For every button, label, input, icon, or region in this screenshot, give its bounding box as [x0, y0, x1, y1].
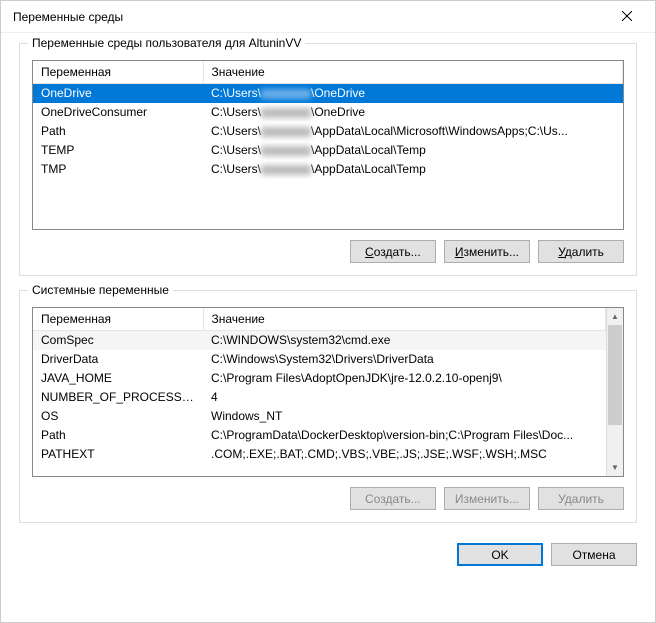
scroll-down-icon[interactable]: ▼ [607, 459, 623, 476]
sys-delete-button[interactable]: Удалить [538, 487, 624, 510]
sys-col-name[interactable]: Переменная [33, 308, 203, 331]
user-new-button[interactable]: Создать... [350, 240, 436, 263]
sys-new-button[interactable]: Создать... [350, 487, 436, 510]
cancel-button[interactable]: Отмена [551, 543, 637, 566]
table-row[interactable]: OneDriveC:\Users\xxxxxx\OneDrive [33, 84, 623, 103]
window-title: Переменные среды [13, 10, 123, 24]
table-row[interactable]: PATHEXT.COM;.EXE;.BAT;.CMD;.VBS;.VBE;.JS… [33, 445, 606, 464]
env-vars-dialog: Переменные среды Переменные среды пользо… [0, 0, 656, 623]
var-value-cell: 4 [203, 388, 606, 407]
user-vars-buttons: Создать... Изменить... Удалить [32, 240, 624, 263]
redacted-text: xxxxxx [261, 146, 311, 156]
user-vars-label: Переменные среды пользователя для Altuni… [28, 36, 305, 50]
system-vars-group: Системные переменные Переменная Значение… [19, 290, 637, 523]
scroll-up-icon[interactable]: ▲ [607, 308, 623, 325]
table-row[interactable]: ComSpecC:\WINDOWS\system32\cmd.exe [33, 331, 606, 350]
var-value-cell: C:\ProgramData\DockerDesktop\version-bin… [203, 426, 606, 445]
var-value-cell: C:\Windows\System32\Drivers\DriverData [203, 350, 606, 369]
system-vars-buttons: Создать... Изменить... Удалить [32, 487, 624, 510]
system-vars-table[interactable]: Переменная Значение ComSpecC:\WINDOWS\sy… [33, 308, 606, 464]
var-value-cell: C:\WINDOWS\system32\cmd.exe [203, 331, 606, 350]
var-value-cell: C:\Program Files\AdoptOpenJDK\jre-12.0.2… [203, 369, 606, 388]
system-vars-label: Системные переменные [28, 283, 173, 297]
var-name-cell: PATHEXT [33, 445, 203, 464]
redacted-text: xxxxxx [261, 127, 311, 137]
table-row[interactable]: PathC:\Users\xxxxxx\AppData\Local\Micros… [33, 122, 623, 141]
var-value-cell: .COM;.EXE;.BAT;.CMD;.VBS;.VBE;.JS;.JSE;.… [203, 445, 606, 464]
table-row[interactable]: JAVA_HOMEC:\Program Files\AdoptOpenJDK\j… [33, 369, 606, 388]
scroll-thumb[interactable] [608, 325, 622, 425]
user-edit-button[interactable]: Изменить... [444, 240, 530, 263]
redacted-text: xxxxxx [261, 108, 311, 118]
var-name-cell: TEMP [33, 141, 203, 160]
var-name-cell: OS [33, 407, 203, 426]
user-vars-table-wrap: Переменная Значение OneDriveC:\Users\xxx… [32, 60, 624, 230]
var-name-cell: OneDriveConsumer [33, 103, 203, 122]
user-col-value[interactable]: Значение [203, 61, 623, 84]
var-value-cell: Windows_NT [203, 407, 606, 426]
redacted-text: xxxxxx [261, 165, 311, 175]
table-row[interactable]: TEMPC:\Users\xxxxxx\AppData\Local\Temp [33, 141, 623, 160]
var-name-cell: DriverData [33, 350, 203, 369]
close-button[interactable] [607, 3, 647, 31]
var-name-cell: TMP [33, 160, 203, 179]
var-value-cell: C:\Users\xxxxxx\AppData\Local\Microsoft\… [203, 122, 623, 141]
close-icon [622, 10, 632, 24]
var-value-cell: C:\Users\xxxxxx\OneDrive [203, 84, 623, 103]
content-area: Переменные среды пользователя для Altuni… [1, 33, 655, 622]
user-vars-group: Переменные среды пользователя для Altuni… [19, 43, 637, 276]
table-row[interactable]: DriverDataC:\Windows\System32\Drivers\Dr… [33, 350, 606, 369]
var-name-cell: JAVA_HOME [33, 369, 203, 388]
var-name-cell: Path [33, 426, 203, 445]
user-col-name[interactable]: Переменная [33, 61, 203, 84]
table-row[interactable]: OneDriveConsumerC:\Users\xxxxxx\OneDrive [33, 103, 623, 122]
var-value-cell: C:\Users\xxxxxx\AppData\Local\Temp [203, 160, 623, 179]
var-value-cell: C:\Users\xxxxxx\OneDrive [203, 103, 623, 122]
dialog-footer: OK Отмена [19, 537, 637, 566]
table-row[interactable]: TMPC:\Users\xxxxxx\AppData\Local\Temp [33, 160, 623, 179]
var-name-cell: OneDrive [33, 84, 203, 103]
system-vars-table-wrap: Переменная Значение ComSpecC:\WINDOWS\sy… [32, 307, 624, 477]
user-delete-button[interactable]: Удалить [538, 240, 624, 263]
table-row[interactable]: NUMBER_OF_PROCESSORS4 [33, 388, 606, 407]
table-row[interactable]: PathC:\ProgramData\DockerDesktop\version… [33, 426, 606, 445]
var-value-cell: C:\Users\xxxxxx\AppData\Local\Temp [203, 141, 623, 160]
sys-edit-button[interactable]: Изменить... [444, 487, 530, 510]
user-vars-table[interactable]: Переменная Значение OneDriveC:\Users\xxx… [33, 61, 623, 179]
system-scrollbar[interactable]: ▲ ▼ [606, 308, 623, 476]
var-name-cell: Path [33, 122, 203, 141]
sys-col-value[interactable]: Значение [203, 308, 606, 331]
table-row[interactable]: OSWindows_NT [33, 407, 606, 426]
titlebar: Переменные среды [1, 1, 655, 33]
ok-button[interactable]: OK [457, 543, 543, 566]
var-name-cell: ComSpec [33, 331, 203, 350]
redacted-text: xxxxxx [261, 89, 311, 99]
var-name-cell: NUMBER_OF_PROCESSORS [33, 388, 203, 407]
